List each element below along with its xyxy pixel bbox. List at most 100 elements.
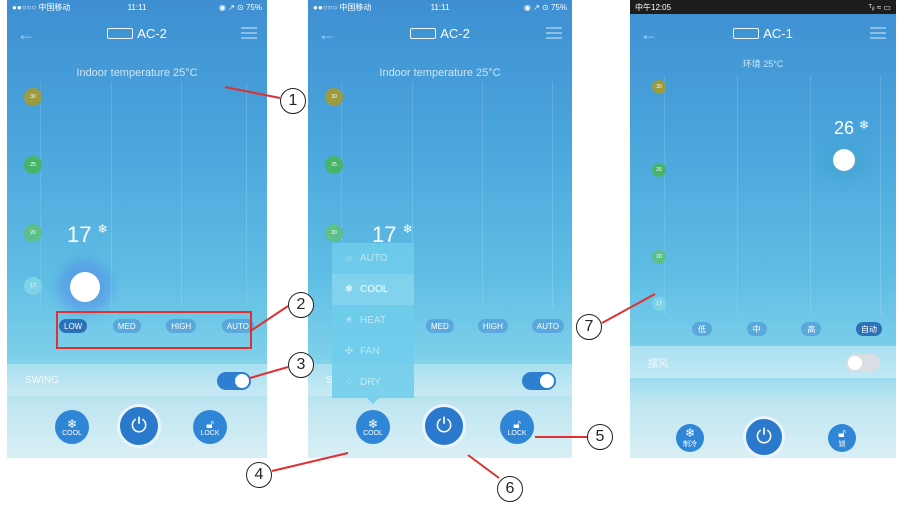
snowflake-icon: ❄ [402, 222, 413, 236]
status-bar: ●●○○○ 中国移动 11:11 ◉ ↗ ⊙ 75% [7, 0, 267, 14]
device-title: AC-2 [308, 26, 572, 41]
scale-dot-20: 20 [325, 224, 343, 242]
swing-label: SWING [25, 374, 59, 386]
fan-speed-low[interactable]: 低 [692, 322, 712, 336]
scale-dot-17: 17 [24, 277, 42, 295]
scale-dot-20: 20 [24, 224, 42, 242]
snowflake-icon: ❄ [859, 118, 870, 132]
lock-button-label: LOCK [200, 429, 220, 437]
power-button[interactable]: ⏻ [422, 404, 466, 448]
scale-dot-25: 25 [24, 156, 42, 174]
nav-bar: ← AC-2 [7, 20, 267, 50]
fan-speed-auto[interactable]: AUTO [531, 319, 564, 333]
scale-dot-30: 30 [325, 88, 343, 106]
lock-button[interactable]: 🔓︎ LOCK [193, 410, 227, 444]
scale-dot-25: 25 [652, 163, 666, 177]
fan-speed-selector: MED HIGH AUTO [426, 319, 564, 333]
mode-option-label: HEAT [360, 315, 386, 326]
droplet-icon: ♢ [344, 377, 354, 388]
mode-option-heat[interactable]: ☀ HEAT [332, 305, 414, 336]
device-title: AC-2 [7, 26, 267, 41]
fan-speed-med[interactable]: MED [426, 319, 454, 333]
mode-option-label: FAN [360, 346, 380, 357]
sun-outline-icon: ☼ [344, 253, 354, 264]
air-conditioner-icon [410, 28, 437, 39]
fan-speed-highlight-box [56, 311, 252, 349]
status-bar: 中午12:05 ᵀᵢₗ ≈ ▭ [630, 0, 896, 14]
fan-speed-auto[interactable]: 自动 [855, 322, 882, 336]
temperature-slider-knob[interactable] [833, 149, 855, 171]
mode-button-label: 制冷 [683, 441, 697, 448]
setpoint-display: 17 ❄ [67, 222, 108, 248]
lock-button[interactable]: 🔓︎ 锁 [828, 424, 856, 452]
clock: 11:11 [127, 2, 147, 12]
setpoint-value: 26 [834, 118, 855, 138]
mode-option-label: AUTO [360, 253, 388, 264]
scale-dot-25: 25 [325, 156, 343, 174]
snowflake-icon: ❄ [367, 416, 379, 431]
clock: 中午12:05 [635, 2, 672, 12]
mode-button[interactable]: ❄ COOL [356, 410, 390, 444]
mode-option-dry[interactable]: ♢ DRY [332, 367, 414, 398]
power-icon: ⏻ [436, 414, 452, 437]
air-conditioner-icon [107, 28, 134, 39]
swing-toggle[interactable] [217, 372, 251, 390]
snowflake-icon: ❄ [684, 426, 696, 440]
fan-icon: ✣ [344, 346, 354, 357]
power-button[interactable]: ⏻ [743, 416, 785, 458]
mode-option-fan[interactable]: ✣ FAN [332, 336, 414, 367]
menu-icon[interactable] [546, 27, 562, 39]
mode-option-label: COOL [360, 284, 389, 295]
callout-6: 6 [497, 476, 523, 502]
mode-option-auto[interactable]: ☼ AUTO [332, 243, 414, 274]
device-name: AC-2 [137, 26, 167, 41]
power-button[interactable]: ⏻ [117, 404, 161, 448]
indoor-temperature: 环境 25°C [742, 59, 784, 69]
scale-dot-30: 30 [24, 88, 42, 106]
device-name: AC-2 [440, 26, 470, 41]
callout-1: 1 [280, 88, 306, 114]
fan-speed-med[interactable]: 中 [746, 322, 767, 336]
status-icons: ᵀᵢₗ ≈ ▭ [868, 2, 891, 12]
mode-button[interactable]: ❄ COOL [55, 410, 89, 444]
temperature-slider-knob[interactable] [70, 272, 100, 302]
mode-button[interactable]: ❄ 制冷 [676, 424, 704, 452]
menu-icon[interactable] [870, 27, 886, 39]
phone-screen-3: 中午12:05 ᵀᵢₗ ≈ ▭ ← AC-1 环境 25°C 30 25 20 … [630, 0, 896, 458]
phone-screen-2: ●●○○○ 中国移动 11:11 ◉ ↗ ⊙ 75% ← AC-2 Indoor… [308, 0, 572, 458]
nav-bar: ← AC-1 [630, 20, 896, 50]
snowflake-icon: ❄ [344, 284, 354, 295]
indoor-temperature: Indoor temperature 25°C [379, 67, 501, 79]
fan-speed-high[interactable]: HIGH [477, 319, 508, 333]
nav-bar: ← AC-2 [308, 20, 572, 50]
lock-button[interactable]: 🔓︎ LOCK [500, 410, 534, 444]
mode-button-label: COOL [363, 429, 383, 437]
lock-button-label: LOCK [507, 429, 527, 437]
swing-row: 摆风 [630, 346, 896, 378]
setpoint-value: 17 [67, 222, 92, 247]
callout-4: 4 [246, 462, 272, 488]
swing-row: SWING [7, 364, 267, 396]
callout-5: 5 [587, 424, 613, 450]
mode-menu: ☼ AUTO ❄ COOL ☀ HEAT ✣ FAN ♢ DRY [332, 243, 414, 404]
callout-2: 2 [288, 292, 314, 318]
setpoint-display: 26 ❄ [834, 118, 869, 139]
menu-icon[interactable] [241, 27, 257, 39]
sun-icon: ☀ [344, 315, 354, 326]
lock-icon: 🔓︎ [513, 416, 521, 431]
phone-screen-1: ●●○○○ 中国移动 11:11 ◉ ↗ ⊙ 75% ← AC-2 Indoor… [7, 0, 267, 458]
lock-icon: 🔓︎ [838, 426, 846, 440]
scale-dot-20: 20 [652, 250, 666, 264]
temperature-grid [664, 75, 886, 315]
swing-toggle[interactable] [846, 354, 880, 372]
swing-toggle[interactable] [522, 372, 556, 390]
device-title: AC-1 [630, 26, 896, 41]
snowflake-icon: ❄ [97, 222, 108, 236]
mode-option-cool[interactable]: ❄ COOL [332, 274, 414, 305]
swing-label: 摆风 [648, 358, 668, 370]
fan-speed-high[interactable]: 高 [801, 322, 822, 336]
temperature-grid [40, 82, 255, 307]
mode-option-label: DRY [360, 377, 381, 388]
clock: 11:11 [430, 2, 450, 12]
callout-3: 3 [288, 352, 314, 378]
